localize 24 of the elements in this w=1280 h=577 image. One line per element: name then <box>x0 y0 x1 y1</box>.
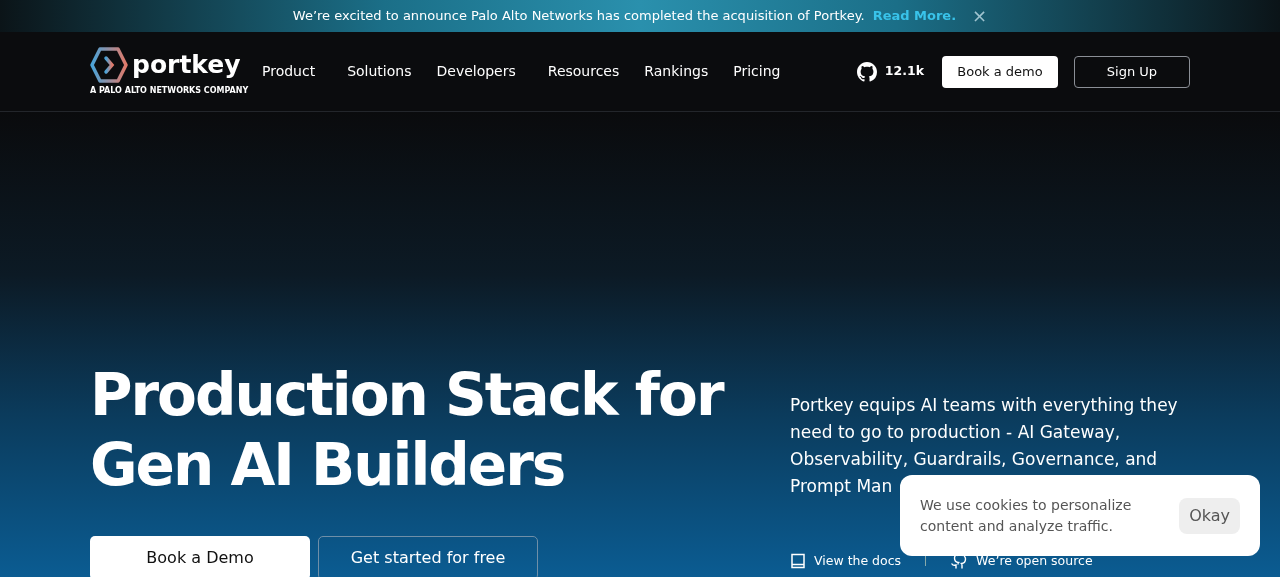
cookie-text: We use cookies to personalize content and analyze traffic. <box>920 495 1133 536</box>
nav-link[interactable]: Pricing <box>733 61 781 82</box>
nav-link[interactable]: Product <box>262 61 316 82</box>
open-source-link[interactable]: We’re open source <box>976 552 1093 571</box>
hero-description: Portkey equips AI teams with everything they need to go to production - AI Gateway, Observability, Guardrails, Governance, and Prompt Man <box>790 394 1179 498</box>
okay-button[interactable]: Okay <box>1179 497 1240 534</box>
logo-icon <box>90 46 128 83</box>
nav-link[interactable]: Rankings <box>644 61 709 82</box>
logo-text: portkey <box>132 52 241 77</box>
signup-button[interactable]: Sign Up <box>1074 55 1190 88</box>
demo-button[interactable]: Book a Demo <box>90 536 310 577</box>
hero-title: Gen AI Builders <box>90 430 566 500</box>
nav-link[interactable]: Developers <box>436 61 516 82</box>
announcement-text: We’re excited to announce Palo Alto Networks has completed the acquisition of Portkey. <box>292 7 865 26</box>
nav-link[interactable]: Resources <box>547 61 620 82</box>
book-icon <box>790 553 806 570</box>
close-button[interactable]: × <box>972 7 988 25</box>
star-count: 12.1k <box>884 62 924 81</box>
demo-button[interactable]: Book a demo <box>942 55 1058 88</box>
docs-link[interactable]: View the docs <box>814 552 902 571</box>
nav-link[interactable]: Solutions <box>347 61 412 82</box>
hero-title: Production Stack for <box>90 360 725 430</box>
logo-tagline: A PALO ALTO NETWORKS COMPANY <box>90 84 250 97</box>
get-started-button[interactable]: Get started for free <box>318 536 538 577</box>
